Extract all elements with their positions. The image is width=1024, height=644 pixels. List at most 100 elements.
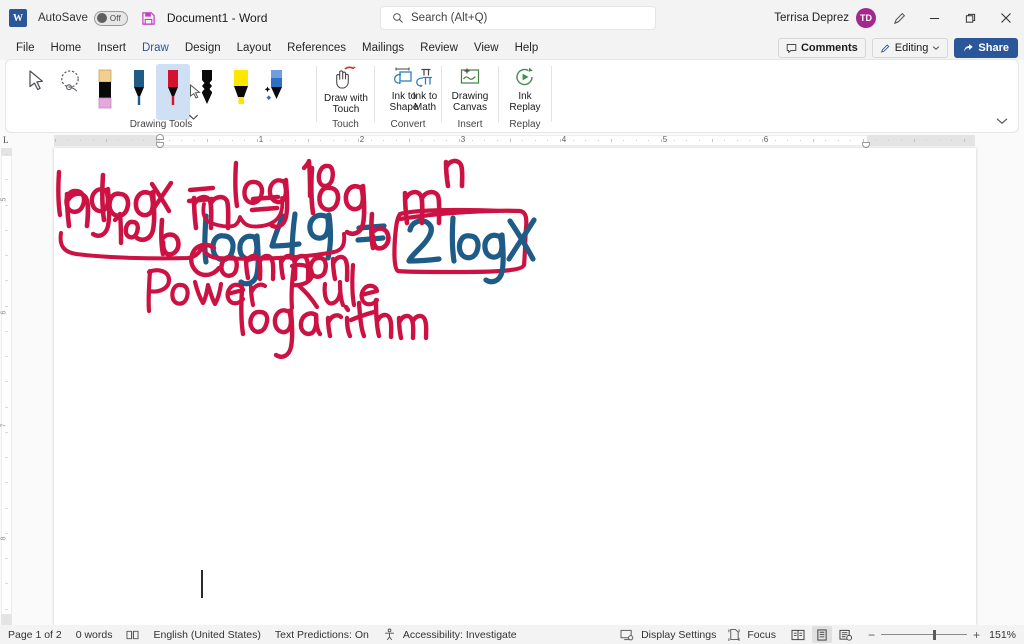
tab-review[interactable]: Review [412, 38, 466, 58]
ruler-minor-tick [698, 140, 700, 141]
tab-design[interactable]: Design [177, 38, 229, 58]
ink-replay-icon [516, 67, 533, 86]
highlighter-yellow-tool[interactable] [224, 64, 258, 120]
zoom-in-button[interactable]: + [973, 629, 980, 641]
pen-blue-tool[interactable] [122, 64, 156, 120]
word-count[interactable]: 0 words [76, 629, 113, 641]
tab-help[interactable]: Help [507, 38, 547, 58]
ruler-right-margin [867, 135, 975, 146]
zoom-slider[interactable]: − + 151% [868, 629, 1016, 641]
ribbon-group-convert: Ink to Shape Ink to Math Convert [375, 60, 441, 132]
ruler-minor-tick [383, 140, 385, 141]
restore-button[interactable] [952, 0, 988, 36]
first-line-indent-marker[interactable] [156, 134, 164, 140]
page-info[interactable]: Page 1 of 2 [8, 629, 62, 641]
accessibility-status[interactable]: Accessibility: Investigate [383, 628, 517, 641]
zoom-handle[interactable] [932, 629, 936, 640]
vertical-ruler[interactable]: 5 6 7 8 [0, 148, 14, 625]
autosave-label: AutoSave [38, 12, 88, 24]
drawing-canvas-button[interactable]: Drawing Canvas [444, 65, 496, 117]
proofing-icon[interactable] [126, 629, 139, 641]
action-pen-tool[interactable] [258, 64, 292, 120]
lasso-select-tool[interactable] [54, 64, 88, 120]
select-tool[interactable] [20, 64, 54, 120]
tab-draw[interactable]: Draw [134, 38, 177, 60]
ribbon-bar-actions: Comments Editing Share [777, 38, 1018, 58]
ruler-half-inch-tick [55, 139, 56, 142]
zoom-level-label[interactable]: 151% [986, 629, 1016, 641]
ruler-minor-tick [446, 140, 448, 141]
account-area[interactable]: Terrisa Deprez TD [774, 0, 876, 36]
share-label: Share [978, 42, 1009, 54]
autosave-state-label: Off [109, 13, 121, 23]
ribbon-group-insert: Drawing Canvas Insert [442, 60, 498, 132]
focus-icon [728, 628, 740, 641]
avatar[interactable]: TD [856, 8, 876, 28]
ink-to-math-label-1: Ink to [412, 91, 438, 102]
horizontal-ruler[interactable]: 1 2 3 4 5 6 [0, 134, 1024, 148]
zoom-track[interactable] [880, 629, 967, 640]
display-settings-button[interactable]: Display Settings [620, 629, 716, 641]
tab-insert[interactable]: Insert [89, 38, 134, 58]
print-layout-button[interactable] [811, 626, 832, 643]
vertical-ruler-tick [5, 230, 8, 231]
autosave-toggle-knob [96, 13, 107, 23]
pen-red-tool[interactable] [156, 64, 190, 120]
comments-label: Comments [800, 42, 858, 54]
vertical-ruler-tick [5, 508, 8, 509]
ink-to-math-button[interactable]: Ink to Math [410, 65, 440, 117]
print-layout-icon [817, 628, 827, 641]
eraser-tool[interactable] [88, 64, 122, 120]
vertical-ruler-tick [5, 205, 8, 206]
language-status[interactable]: English (United States) [153, 629, 260, 641]
ink-replay-button[interactable]: Ink Replay [499, 65, 551, 117]
editing-label: Editing [894, 42, 929, 54]
action-pen-icon [264, 70, 282, 100]
autosave-toggle[interactable]: Off [93, 10, 128, 26]
tab-home[interactable]: Home [43, 38, 90, 58]
vertical-ruler-tick [5, 331, 8, 332]
text-cursor [201, 570, 203, 598]
ribbon-display-options-icon[interactable] [882, 0, 916, 36]
read-mode-icon [791, 629, 805, 640]
ruler-minor-tick [118, 140, 120, 141]
tab-references[interactable]: References [279, 38, 354, 58]
vertical-ruler-tick [5, 609, 8, 610]
comments-button[interactable]: Comments [777, 38, 866, 58]
ruler-minor-tick [888, 140, 890, 141]
ruler-minor-tick [294, 140, 296, 141]
save-icon[interactable] [141, 10, 157, 26]
document-name: Document1 [166, 11, 229, 25]
tab-mailings[interactable]: Mailings [354, 38, 412, 58]
tab-view[interactable]: View [466, 38, 507, 58]
editing-mode-button[interactable]: Editing [871, 38, 949, 58]
document-title[interactable]: Document1 - Word [167, 11, 268, 25]
minimize-button[interactable] [916, 0, 952, 36]
ruler-minor-tick [67, 140, 69, 141]
tab-layout[interactable]: Layout [229, 38, 280, 58]
lasso-select-icon [61, 70, 79, 92]
focus-button[interactable]: Focus [728, 628, 776, 641]
close-button[interactable] [988, 0, 1024, 36]
tab-file[interactable]: File [8, 38, 43, 58]
vertical-ruler-tick [5, 457, 8, 458]
drawing-canvas-icon [460, 68, 480, 84]
vertical-ruler-tick [5, 381, 8, 382]
search-input[interactable]: Search (Alt+Q) [380, 6, 656, 30]
collapse-ribbon-button[interactable] [993, 113, 1011, 129]
tab-stop-selector[interactable]: L [3, 135, 9, 145]
ink-replay-label-2: Replay [509, 102, 541, 113]
draw-with-touch-button[interactable]: Draw with Touch [320, 65, 372, 117]
read-mode-button[interactable] [788, 626, 808, 643]
title-bar: W AutoSave Off Document1 - Word Search (… [0, 0, 1024, 36]
share-button[interactable]: Share [954, 38, 1018, 58]
text-predictions-status[interactable]: Text Predictions: On [275, 629, 369, 641]
web-layout-button[interactable] [836, 626, 856, 643]
autosave-control[interactable]: AutoSave Off [38, 10, 128, 26]
search-icon [393, 13, 403, 23]
zoom-out-button[interactable]: − [868, 629, 875, 641]
ink-to-math-icon [416, 68, 432, 88]
document-page[interactable] [54, 148, 976, 625]
display-settings-label: Display Settings [641, 628, 717, 641]
ruler-half-inch-tick [610, 139, 612, 142]
